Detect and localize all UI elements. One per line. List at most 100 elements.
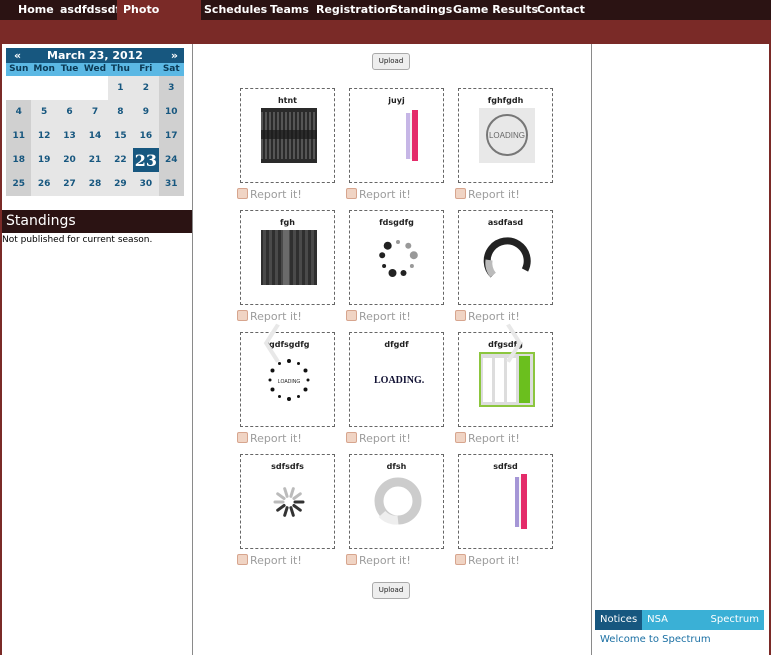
gallery-item[interactable]: fghfgdh LOADING [458,88,553,183]
calendar-day[interactable]: 21 [82,148,108,172]
calendar-day[interactable]: 14 [82,124,108,148]
report-icon [346,188,357,199]
tab-spectrum[interactable]: Spectrum [706,610,764,630]
upload-button-top[interactable]: Upload [372,53,410,70]
calendar-day[interactable]: 24 [158,148,184,172]
calendar-day[interactable]: 30 [133,172,159,196]
calendar-day[interactable]: 8 [107,100,134,124]
gallery-prev-arrow[interactable]: 〈 [241,325,281,365]
calendar-day[interactable]: 17 [158,124,184,148]
calendar-day[interactable]: 5 [31,100,57,124]
nav-contact[interactable]: Contact [537,0,585,20]
gallery-item[interactable]: dfsh [349,454,444,549]
weekday-label: Wed [83,64,107,74]
gallery-item[interactable]: dfgdf LOADING. [349,332,444,427]
gallery-next-arrow[interactable]: 〉 [505,325,545,365]
gallery-item-title: sdfsdfs [271,462,304,471]
weekday-label: Thu [110,64,130,74]
report-link[interactable]: Report it! [455,554,520,567]
calendar-day[interactable]: 26 [31,172,57,196]
calendar-day[interactable]: 23 [133,148,159,172]
calendar-day[interactable]: 13 [56,124,83,148]
report-link[interactable]: Report it! [455,432,520,445]
left-sidebar: « March 23, 2012 » Sun Mon Tue Wed Thu F… [2,44,192,655]
calendar-day[interactable]: 20 [56,148,83,172]
calendar-day[interactable]: 16 [133,124,159,148]
calendar-day[interactable]: 27 [56,172,83,196]
nav-registration[interactable]: Registration [316,0,393,20]
gallery-item[interactable]: sdfsdfs [240,454,335,549]
calendar-day[interactable]: 12 [31,124,57,148]
report-link[interactable]: Report it! [346,432,411,445]
gallery-thumbnail[interactable] [370,230,426,285]
top-nav: Home asdfdssdf Photo Gallery Schedules T… [0,0,771,36]
report-link[interactable]: Report it! [237,432,302,445]
report-link[interactable]: Report it! [237,188,302,201]
report-icon [455,188,466,199]
nav-home[interactable]: Home [8,0,64,20]
calendar-day[interactable]: 28 [82,172,108,196]
calendar-day[interactable]: 3 [158,76,184,100]
gallery-item[interactable]: asdfasd [458,210,553,305]
report-icon [237,554,248,565]
gallery-item[interactable]: juyj [349,88,444,183]
calendar-day[interactable]: 22 [107,148,134,172]
calendar-day[interactable]: 31 [158,172,184,196]
nav-game-results[interactable]: Game Results [453,0,538,20]
calendar-day[interactable]: 10 [158,100,184,124]
gallery-thumbnail[interactable] [261,474,317,529]
calendar-day[interactable]: 1 [107,76,134,100]
report-link[interactable]: Report it! [237,554,302,567]
gallery-item[interactable]: sdfsd [458,454,553,549]
calendar-title: March 23, 2012 [47,49,143,62]
weekday-label: Mon [33,64,55,74]
calendar-day[interactable]: 4 [6,100,32,124]
calendar-day[interactable]: 19 [31,148,57,172]
calendar-day[interactable]: 25 [6,172,32,196]
report-link[interactable]: Report it! [455,188,520,201]
gallery-thumbnail[interactable]: LOADING. [370,352,426,407]
nav-teams[interactable]: Teams [270,0,309,20]
right-sidebar: Notices NSA CANADA Spectrum Welcome to S… [592,44,769,655]
calendar-grid: 1 2 3 4 5 6 7 8 9 10 11 12 13 14 15 16 17 18 19 20 21 22 23 24 2… [6,76,184,196]
report-link[interactable]: Report it! [346,310,411,323]
calendar-day[interactable]: 6 [56,100,83,124]
calendar-day[interactable]: 15 [107,124,134,148]
gallery-item-title: sdfsd [493,462,518,471]
tab-notices[interactable]: Notices [595,610,643,630]
gallery-thumbnail[interactable] [370,474,426,529]
tab-nsa-canada[interactable]: NSA CANADA [642,610,705,645]
weekday-label: Tue [60,64,79,74]
nav-schedules[interactable]: Schedules [204,0,267,20]
calendar-header: « March 23, 2012 » [6,48,184,63]
gallery-thumbnail[interactable]: LOADING [479,108,535,163]
calendar-day[interactable]: 7 [82,100,108,124]
calendar-weekdays: Sun Mon Tue Wed Thu Fri Sat [6,63,184,76]
calendar-day[interactable]: 9 [133,100,159,124]
calendar-day[interactable]: 2 [133,76,159,100]
gallery-thumbnail[interactable] [261,108,317,163]
calendar-day[interactable]: 18 [6,148,32,172]
gallery-thumbnail[interactable] [479,230,535,285]
gallery-item[interactable]: fdsgdfg [349,210,444,305]
report-link[interactable]: Report it! [346,188,411,201]
calendar: « March 23, 2012 » Sun Mon Tue Wed Thu F… [6,48,184,196]
gallery-thumbnail[interactable] [479,474,535,529]
gallery-item[interactable]: fgh [240,210,335,305]
calendar-day [6,76,32,100]
upload-button-bottom[interactable]: Upload [372,582,410,599]
calendar-day[interactable]: 11 [6,124,32,148]
weekday-label: Sun [9,64,29,74]
calendar-next-button[interactable]: » [171,48,178,63]
report-icon [237,188,248,199]
gallery-thumbnail[interactable] [370,108,426,163]
nav-photo-gallery[interactable]: Photo Gallery [117,0,201,36]
report-link[interactable]: Report it! [346,554,411,567]
welcome-text: Welcome to Spectrum [600,634,711,645]
gallery-thumbnail[interactable] [261,230,317,285]
gallery-item[interactable]: htnt [240,88,335,183]
report-icon [346,310,357,321]
calendar-day[interactable]: 29 [107,172,134,196]
nav-standings[interactable]: Standings [390,0,452,20]
nav-asdfdssdf[interactable]: asdfdssdf [60,0,120,20]
